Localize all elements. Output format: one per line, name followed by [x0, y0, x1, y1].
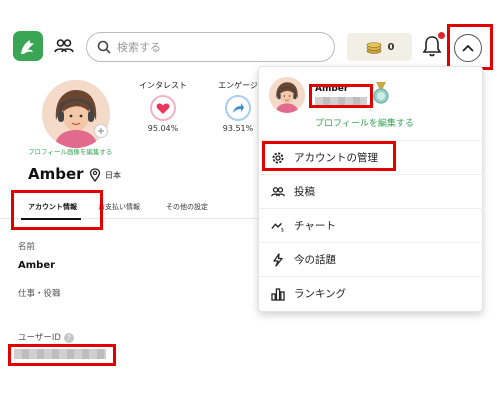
- location-text: 日本: [105, 170, 121, 180]
- coins-icon: [366, 42, 381, 54]
- user-id-label: ユーザーID?: [18, 331, 74, 343]
- menu-item-ranking[interactable]: ランキング: [259, 276, 484, 310]
- stat-label: エンゲージ: [218, 81, 258, 90]
- highlight-account-tab: [11, 190, 103, 230]
- stat-circle: [225, 95, 251, 121]
- share-arrow-icon: [233, 103, 244, 113]
- menu-item-label: ランキング: [294, 288, 347, 300]
- profile-location: 日本: [89, 168, 121, 182]
- user-id-label-text: ユーザーID: [18, 333, 61, 343]
- community-button[interactable]: [52, 34, 76, 58]
- dragon-logo-icon: [21, 40, 34, 54]
- stat-interest: インタレスト 95.04%: [138, 80, 188, 133]
- search-icon: [97, 40, 111, 54]
- stat-value: 95.04%: [147, 124, 179, 133]
- svg-text:$: $: [281, 227, 284, 232]
- medal-icon: [373, 82, 389, 104]
- dropdown-avatar: [269, 77, 305, 113]
- menu-item-label: チャート: [294, 220, 336, 232]
- location-pin-icon: [89, 168, 101, 182]
- stat-engagement: エンゲージ 93.51%: [218, 80, 258, 133]
- dropdown-edit-profile-link[interactable]: プロフィールを編集する: [315, 116, 414, 129]
- stat-value: 93.51%: [222, 124, 254, 133]
- trend-icon: $: [271, 219, 285, 233]
- edit-profile-image-link[interactable]: プロフィール画像を編集する: [28, 146, 112, 156]
- name-label: 名前: [18, 242, 36, 252]
- people-icon: [271, 185, 285, 199]
- lightning-icon: [271, 252, 285, 267]
- app-logo[interactable]: [13, 31, 43, 61]
- stat-circle: [150, 95, 176, 121]
- menu-item-chart[interactable]: $ チャート: [259, 208, 484, 242]
- name-value: Amber: [18, 260, 56, 271]
- search-bar[interactable]: [86, 32, 335, 62]
- ranking-icon: [271, 287, 285, 301]
- menu-item-label: 今の話題: [294, 254, 336, 266]
- top-header: 0: [0, 0, 500, 70]
- notification-badge: [438, 32, 445, 39]
- menu-item-posts[interactable]: 投稿: [259, 174, 484, 208]
- avatar-illustration: [269, 77, 305, 113]
- coin-count: 0: [387, 41, 395, 53]
- menu-item-label: 投稿: [294, 186, 315, 198]
- heart-icon: [156, 102, 170, 114]
- highlight-dropdown-user-id: [309, 84, 373, 108]
- tab-other-settings[interactable]: その他の設定: [166, 202, 208, 212]
- stat-label: インタレスト: [139, 81, 187, 90]
- menu-item-trending[interactable]: 今の話題: [259, 242, 484, 276]
- highlight-user-id: [8, 344, 116, 366]
- tab-payment-info[interactable]: お支払い情報: [98, 202, 140, 212]
- help-icon[interactable]: ?: [63, 332, 74, 343]
- job-label: 仕事・役職: [18, 289, 61, 299]
- highlight-menu-toggle: [447, 24, 493, 70]
- add-photo-icon[interactable]: +: [94, 124, 108, 138]
- search-input[interactable]: [117, 40, 317, 54]
- coin-balance[interactable]: 0: [347, 33, 412, 61]
- people-icon: [54, 39, 74, 53]
- profile-name: Amber: [28, 165, 84, 183]
- highlight-account-management: [262, 141, 396, 171]
